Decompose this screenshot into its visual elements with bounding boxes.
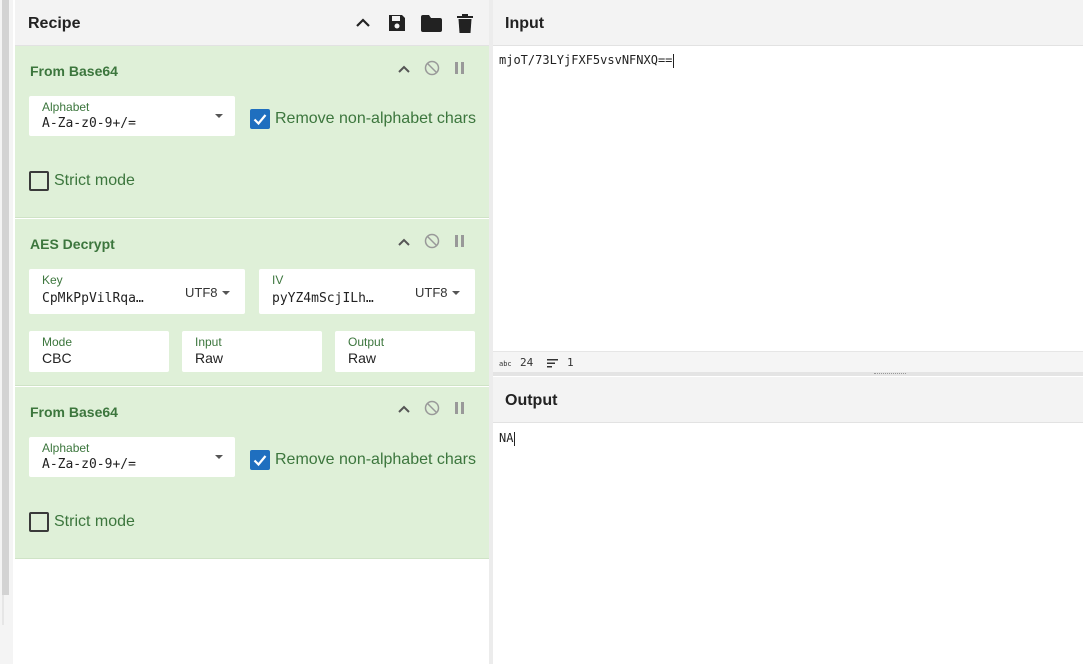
remove-non-alphabet-checkbox[interactable] (250, 450, 270, 470)
strict-mode-label[interactable]: Strict mode (54, 513, 135, 531)
pause-icon[interactable] (451, 399, 469, 417)
input-format-value: Raw (195, 350, 224, 366)
iv-value[interactable]: pyYZ4mScjILh… (272, 291, 402, 306)
input-status-bar: abc 24 1 (493, 351, 1083, 372)
alphabet-select[interactable]: Alphabet A-Za-z0-9+/= (29, 437, 235, 477)
input-header: Input (493, 0, 1083, 46)
input-format-label: Input (195, 335, 222, 349)
mode-select[interactable]: Mode CBC (29, 331, 169, 372)
mode-label: Mode (42, 335, 73, 349)
disable-icon[interactable] (423, 399, 441, 417)
key-encoding-value: UTF8 (185, 285, 218, 300)
minimise-icon[interactable] (395, 400, 413, 418)
pause-icon[interactable] (451, 232, 469, 250)
output-format-value: Raw (348, 350, 377, 366)
minimise-icon[interactable] (395, 233, 413, 251)
recipe-header: Recipe (15, 0, 489, 46)
input-lines: 1 (567, 356, 574, 369)
input-title: Input (505, 15, 545, 32)
chevron-down-icon (215, 455, 223, 459)
strict-mode-checkbox[interactable] (29, 512, 49, 532)
remove-non-alphabet-checkbox[interactable] (250, 109, 270, 129)
text-cursor (673, 53, 675, 68)
iv-label: IV (272, 273, 284, 287)
cyberchef-app: Recipe From Base64 Alphabet A-Za-z0-9+/=… (0, 0, 1083, 664)
input-length: 24 (520, 356, 534, 369)
chevron-down-icon (451, 291, 460, 295)
folder-icon[interactable] (419, 11, 443, 35)
alphabet-value: A-Za-z0-9+/= (42, 457, 136, 472)
text-cursor (514, 431, 516, 446)
pause-icon[interactable] (451, 59, 469, 77)
resize-grip-icon (874, 373, 906, 375)
operation-from-base64: From Base64 Alphabet A-Za-z0-9+/= Remove… (15, 46, 489, 218)
input-textarea[interactable]: mjoT/73LYjFXF5vsvNFNXQ== (499, 53, 675, 68)
key-encoding-dropdown[interactable]: UTF8 (185, 285, 230, 300)
remove-non-alphabet-label[interactable]: Remove non-alphabet chars (275, 110, 476, 128)
scrollbar[interactable] (2, 0, 9, 595)
remove-non-alphabet-label[interactable]: Remove non-alphabet chars (275, 451, 476, 469)
output-format-label: Output (348, 335, 385, 349)
iv-field[interactable]: IV pyYZ4mScjILh… UTF8 (259, 269, 475, 314)
output-title: Output (505, 392, 558, 409)
operation-from-base64: From Base64 Alphabet A-Za-z0-9+/= Remove… (15, 387, 489, 559)
operation-title: From Base64 (30, 404, 118, 420)
length-icon: abc (499, 357, 513, 370)
recipe-panel: Recipe From Base64 Alphabet A-Za-z0-9+/=… (15, 0, 489, 664)
recipe-title: Recipe (28, 15, 81, 32)
iv-encoding-dropdown[interactable]: UTF8 (415, 285, 460, 300)
chevron-down-icon (215, 114, 223, 118)
lines-icon (547, 358, 558, 371)
chevron-down-icon (221, 291, 230, 295)
operation-aes-decrypt: AES Decrypt Key CpMkPpVilRqa… UTF8 IV py… (15, 219, 489, 386)
key-value[interactable]: CpMkPpVilRqa… (42, 291, 172, 306)
save-icon[interactable] (385, 11, 409, 35)
disable-icon[interactable] (423, 59, 441, 77)
operations-panel-edge (0, 0, 13, 664)
collapse-all-icon[interactable] (351, 11, 375, 35)
alphabet-value: A-Za-z0-9+/= (42, 116, 136, 131)
output-textarea[interactable]: NA (499, 431, 516, 446)
trash-icon[interactable] (453, 11, 477, 35)
io-resize-divider[interactable] (493, 372, 1083, 376)
svg-text:abc: abc (499, 360, 512, 367)
key-label: Key (42, 273, 63, 287)
strict-mode-label[interactable]: Strict mode (54, 172, 135, 190)
key-field[interactable]: Key CpMkPpVilRqa… UTF8 (29, 269, 245, 314)
iv-encoding-value: UTF8 (415, 285, 448, 300)
operation-title: AES Decrypt (30, 236, 115, 252)
disable-icon[interactable] (423, 232, 441, 250)
alphabet-label: Alphabet (42, 441, 90, 455)
output-text: NA (499, 431, 514, 445)
panel-resize-divider[interactable] (489, 0, 493, 664)
alphabet-label: Alphabet (42, 100, 90, 114)
input-text: mjoT/73LYjFXF5vsvNFNXQ== (499, 53, 673, 67)
input-format-select[interactable]: Input Raw (182, 331, 322, 372)
strict-mode-checkbox[interactable] (29, 171, 49, 191)
operation-title: From Base64 (30, 63, 118, 79)
output-format-select[interactable]: Output Raw (335, 331, 475, 372)
mode-value: CBC (42, 350, 72, 366)
alphabet-select[interactable]: Alphabet A-Za-z0-9+/= (29, 96, 235, 136)
minimise-icon[interactable] (395, 60, 413, 78)
output-header: Output (493, 377, 1083, 423)
scrollbar-track (2, 595, 4, 625)
